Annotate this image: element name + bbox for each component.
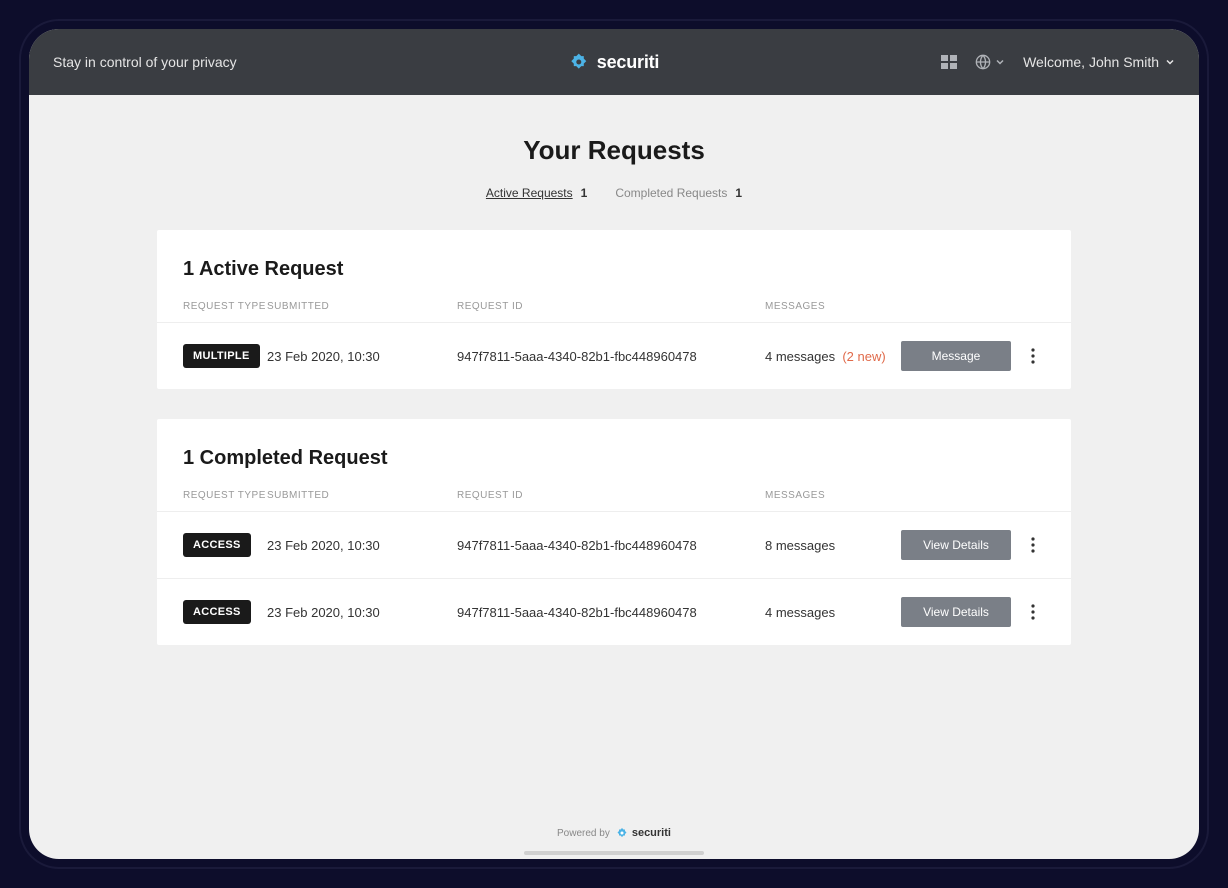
more-options-icon[interactable] [1021, 344, 1045, 368]
message-button[interactable]: Message [901, 341, 1011, 371]
cell-messages: 8 messages [765, 538, 897, 553]
cell-submitted: 23 Feb 2020, 10:30 [267, 538, 457, 553]
footer-brand-name: securiti [632, 827, 671, 839]
home-indicator [524, 851, 704, 855]
cell-request-id: 947f7811-5aaa-4340-82b1-fbc448960478 [457, 538, 765, 553]
header-bar: Stay in control of your privacy securiti [29, 29, 1199, 95]
completed-requests-card: 1 Completed Request REQUEST TYPE SUBMITT… [157, 419, 1071, 645]
tab-count: 1 [735, 186, 742, 200]
securiti-icon [616, 827, 628, 839]
request-type-badge: MULTIPLE [183, 344, 260, 368]
more-options-icon[interactable] [1021, 533, 1045, 557]
tabs: Active Requests 1 Completed Requests 1 [29, 186, 1199, 200]
tab-count: 1 [581, 186, 588, 200]
securiti-icon [569, 52, 589, 72]
table-row: ACCESS 23 Feb 2020, 10:30 947f7811-5aaa-… [157, 511, 1071, 578]
tab-label: Completed Requests [615, 186, 727, 200]
col-header-submitted: SUBMITTED [267, 490, 457, 501]
view-details-button[interactable]: View Details [901, 530, 1011, 560]
table-row: MULTIPLE 23 Feb 2020, 10:30 947f7811-5aa… [157, 322, 1071, 389]
powered-by-label: Powered by [557, 828, 610, 839]
request-type-badge: ACCESS [183, 533, 251, 557]
card-title: 1 Completed Request [157, 419, 1071, 490]
col-header-id: REQUEST ID [457, 490, 765, 501]
cell-submitted: 23 Feb 2020, 10:30 [267, 605, 457, 620]
table-row: ACCESS 23 Feb 2020, 10:30 947f7811-5aaa-… [157, 578, 1071, 645]
column-headers: REQUEST TYPE SUBMITTED REQUEST ID MESSAG… [157, 301, 1071, 322]
cell-submitted: 23 Feb 2020, 10:30 [267, 349, 457, 364]
col-header-submitted: SUBMITTED [267, 301, 457, 312]
col-header-type: REQUEST TYPE [183, 301, 267, 312]
tab-active-requests[interactable]: Active Requests 1 [486, 186, 587, 200]
chevron-down-icon [1165, 57, 1175, 67]
col-header-messages: MESSAGES [765, 301, 897, 312]
cell-request-id: 947f7811-5aaa-4340-82b1-fbc448960478 [457, 605, 765, 620]
view-details-button[interactable]: View Details [901, 597, 1011, 627]
tab-label: Active Requests [486, 186, 573, 200]
new-messages-count: (2 new) [842, 349, 885, 364]
footer: Powered by securiti [29, 827, 1199, 839]
user-menu[interactable]: Welcome, John Smith [1023, 54, 1175, 70]
footer-brand[interactable]: securiti [616, 827, 671, 839]
cell-messages: 4 messages [765, 605, 897, 620]
chevron-down-icon [995, 57, 1005, 67]
welcome-text: Welcome, John Smith [1023, 54, 1159, 70]
cell-request-id: 947f7811-5aaa-4340-82b1-fbc448960478 [457, 349, 765, 364]
tab-completed-requests[interactable]: Completed Requests 1 [615, 186, 742, 200]
more-options-icon[interactable] [1021, 600, 1045, 624]
col-header-id: REQUEST ID [457, 301, 765, 312]
tagline: Stay in control of your privacy [53, 54, 237, 70]
page-title: Your Requests [29, 135, 1199, 166]
globe-icon [975, 54, 991, 70]
col-header-type: REQUEST TYPE [183, 490, 267, 501]
dashboard-icon[interactable] [941, 55, 957, 69]
request-type-badge: ACCESS [183, 600, 251, 624]
card-title: 1 Active Request [157, 230, 1071, 301]
col-header-messages: MESSAGES [765, 490, 897, 501]
language-selector[interactable] [975, 54, 1005, 70]
brand-name: securiti [597, 52, 659, 73]
column-headers: REQUEST TYPE SUBMITTED REQUEST ID MESSAG… [157, 490, 1071, 511]
cell-messages: 4 messages (2 new) [765, 349, 897, 364]
brand-logo[interactable]: securiti [569, 52, 659, 73]
active-requests-card: 1 Active Request REQUEST TYPE SUBMITTED … [157, 230, 1071, 389]
